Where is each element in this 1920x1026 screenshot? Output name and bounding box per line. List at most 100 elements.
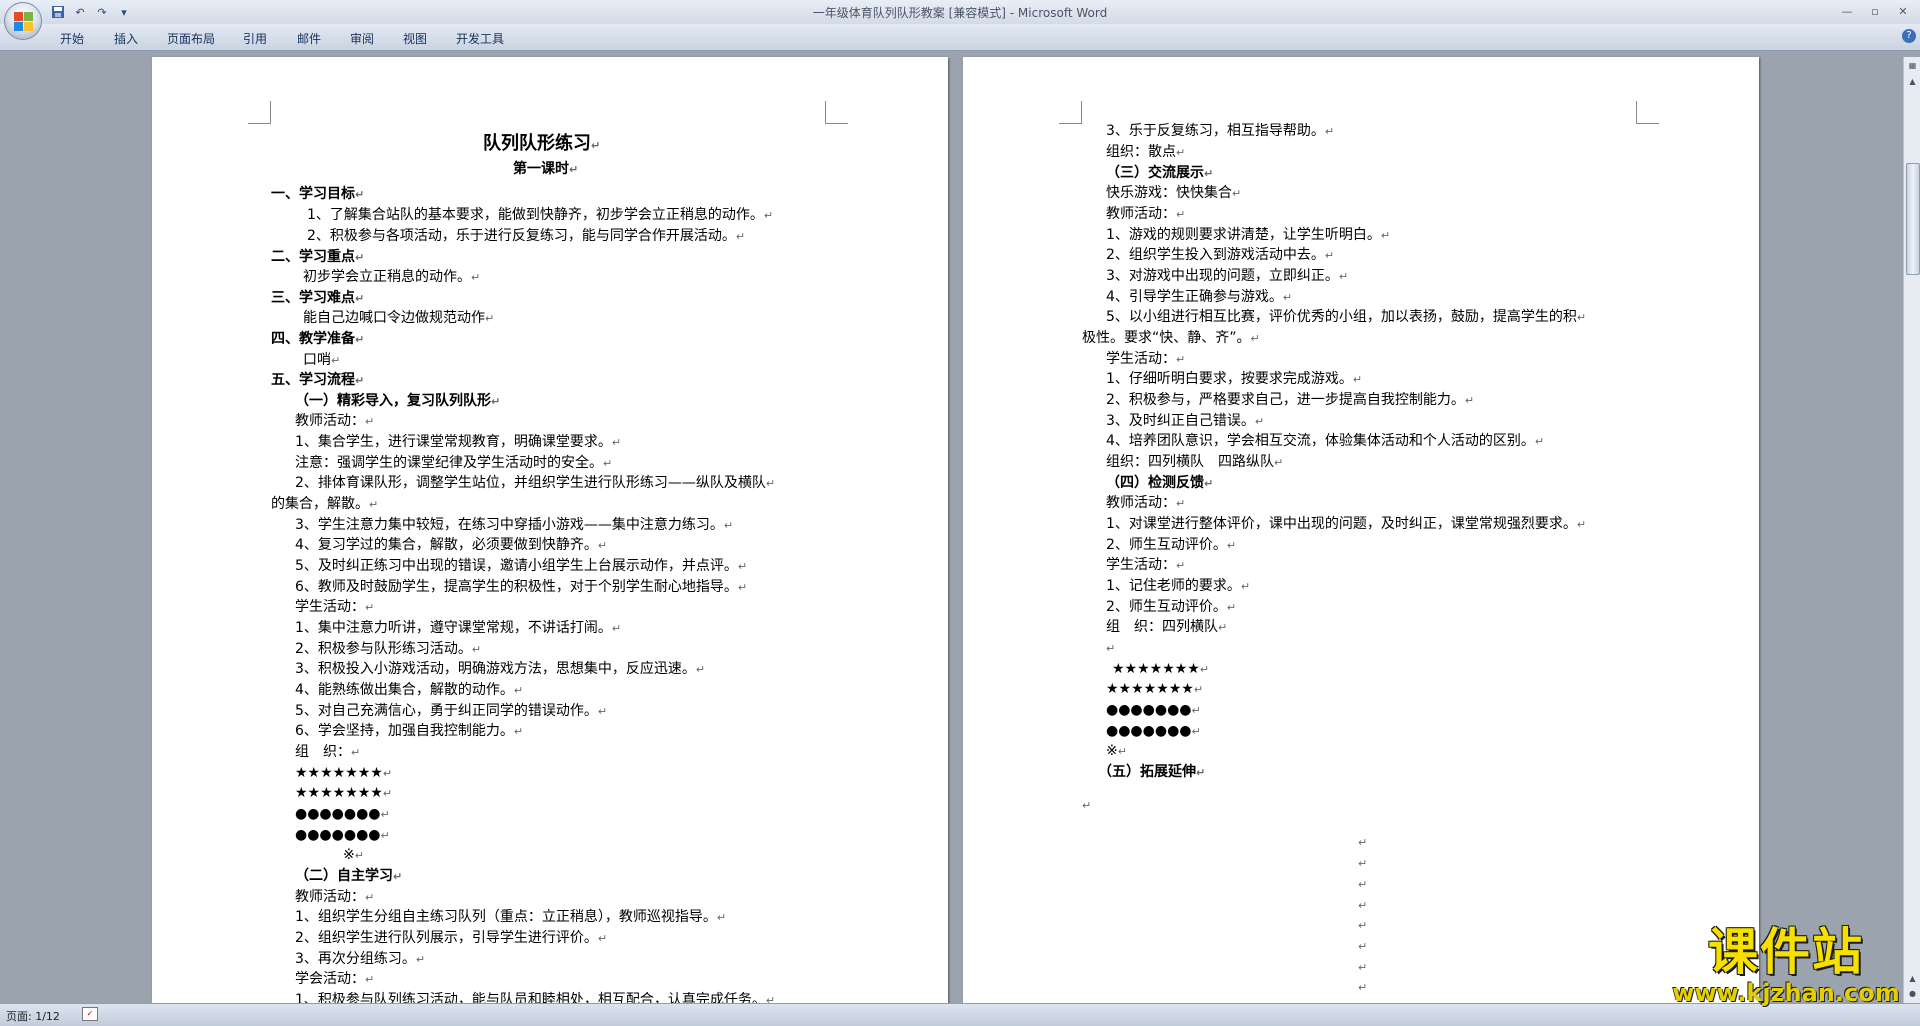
paragraph-mark-icon: ↵ <box>1358 899 1368 912</box>
maximize-icon[interactable]: ▫ <box>1862 2 1888 20</box>
paragraph-text: （一）精彩导入，复习队列队形 <box>295 393 491 409</box>
paragraph-text: （五）拓展延伸 <box>1098 764 1196 780</box>
paragraph-mark-icon: ↵ <box>1082 799 1092 812</box>
paragraph-text: ※ <box>1106 743 1118 759</box>
paragraph-text: 4、培养团队意识，学会相互交流，体验集体活动和个人活动的区别。 <box>1106 433 1535 449</box>
paragraph-mark-icon: ↵ <box>1358 981 1368 994</box>
paragraph-text: 1、集合学生，进行课堂常规教育，明确课堂要求。 <box>295 434 612 450</box>
paragraph-mark-icon: ↵ <box>365 601 375 614</box>
paragraph-mark-icon: ↵ <box>591 139 601 152</box>
paragraph-mark-icon: ↵ <box>1358 919 1368 932</box>
paragraph-mark-icon: ↵ <box>611 622 622 635</box>
document-paragraph: ●●●●●●●↵ <box>1106 702 1201 719</box>
page-indicator[interactable]: 页面: 1/12 <box>6 1008 60 1024</box>
paragraph-text: 1、组织学生分组自主练习队列（重点：立正稍息），教师巡视指导。 <box>295 909 717 925</box>
document-paragraph: ★★★★★★★↵ <box>1106 681 1203 698</box>
paragraph-mark-icon: ↵ <box>485 312 495 325</box>
paragraph-mark-icon: ↵ <box>1338 270 1349 283</box>
empty-paragraph: ↵ <box>1106 640 1115 657</box>
tab-page-layout[interactable]: 页面布局 <box>167 30 215 47</box>
help-icon[interactable]: ? <box>1902 29 1916 43</box>
paragraph-mark-icon: ↵ <box>1176 559 1186 572</box>
document-paragraph: 教师活动：↵ <box>1106 206 1185 223</box>
paragraph-mark-icon: ↵ <box>737 581 748 594</box>
document-paragraph: ●●●●●●●↵ <box>295 806 390 823</box>
empty-paragraph: ↵ <box>1358 959 1367 976</box>
close-icon[interactable]: ✕ <box>1890 2 1916 20</box>
paragraph-mark-icon: ↵ <box>331 354 341 367</box>
paragraph-mark-icon: ↵ <box>1352 373 1363 386</box>
paragraph-mark-icon: ↵ <box>355 292 365 305</box>
document-paragraph: 五、学习流程↵ <box>271 372 364 389</box>
paragraph-text: 能自己边喊口令边做规范动作 <box>303 310 485 326</box>
vertical-scrollbar[interactable]: ▦ ▲ ▲ ● ▼ <box>1903 57 1920 1025</box>
paragraph-text: 3、对游戏中出现的问题，立即纠正。 <box>1106 268 1339 284</box>
document-page-1[interactable]: 队列队形练习↵ 第一课时↵ 一、学习目标↵ 1、了解集合站队的基本要求，能做到快静齐，… <box>152 57 948 1015</box>
document-paragraph: ※↵ <box>1106 743 1127 760</box>
paragraph-mark-icon: ↵ <box>1204 477 1214 490</box>
tab-references[interactable]: 引用 <box>243 30 267 47</box>
document-paragraph: 三、学习难点↵ <box>271 290 364 307</box>
empty-paragraph: ↵ <box>1358 897 1367 914</box>
paragraph-text: 6、教师及时鼓励学生，提高学生的积极性，对于个别学生耐心地指导。 <box>295 579 738 595</box>
tab-view[interactable]: 视图 <box>403 30 427 47</box>
paragraph-text: 1、游戏的规则要求讲清楚，让学生听明白。 <box>1106 227 1381 243</box>
paragraph-text: ★★★★★★★ <box>1112 661 1200 677</box>
paragraph-mark-icon: ↵ <box>597 705 608 718</box>
document-paragraph: 教师活动：↵ <box>295 413 374 430</box>
document-paragraph: ●●●●●●●↵ <box>1106 723 1201 740</box>
proofing-icon[interactable]: ✓ <box>82 1007 98 1021</box>
scroll-up-icon[interactable]: ▲ <box>1906 75 1919 88</box>
document-page-2[interactable]: 3、乐于反复练习，相互指导帮助。↵ 组织：散点↵ （三）交流展示↵ 快乐游戏：快快集合… <box>963 57 1759 1015</box>
document-paragraph: 学生活动：↵ <box>1106 351 1185 368</box>
scroll-thumb[interactable] <box>1906 163 1920 275</box>
tab-developer[interactable]: 开发工具 <box>456 30 504 47</box>
paragraph-text: ★★★★★★★ <box>1106 681 1194 697</box>
prev-page-icon[interactable]: ▲ <box>1906 972 1919 985</box>
document-paragraph: 4、引导学生正确参与游戏。↵ <box>1106 289 1292 306</box>
office-button[interactable] <box>4 2 42 40</box>
paragraph-mark-icon: ↵ <box>716 911 727 924</box>
tab-insert[interactable]: 插入 <box>114 30 138 47</box>
paragraph-mark-icon: ↵ <box>1193 683 1204 696</box>
paragraph-text: 组 织：四列横队 <box>1106 619 1218 635</box>
paragraph-mark-icon: ↵ <box>355 333 365 346</box>
paragraph-text: 4、复习学过的集合，解散，必须要做到快静齐。 <box>295 537 598 553</box>
document-paragraph: 2、组织学生投入到游戏活动中去。↵ <box>1106 247 1334 264</box>
paragraph-text: 五、学习流程 <box>271 372 355 388</box>
ruler-toggle-icon[interactable]: ▦ <box>1906 59 1919 72</box>
paragraph-mark-icon: ↵ <box>471 271 481 284</box>
paragraph-text: 组织：四列横队 四路纵队 <box>1106 454 1274 470</box>
paragraph-mark-icon: ↵ <box>737 560 748 573</box>
paragraph-mark-icon: ↵ <box>1274 456 1284 469</box>
paragraph-text: 4、引导学生正确参与游戏。 <box>1106 289 1283 305</box>
paragraph-text: 学会活动： <box>295 971 365 987</box>
paragraph-mark-icon: ↵ <box>1176 353 1186 366</box>
crop-mark <box>825 101 848 124</box>
minimize-icon[interactable]: — <box>1834 2 1860 20</box>
paragraph-text: 教师活动： <box>1106 206 1176 222</box>
paragraph-mark-icon: ↵ <box>723 519 734 532</box>
tab-home[interactable]: 开始 <box>60 30 84 47</box>
paragraph-text: 3、学生注意力集中较短，在练习中穿插小游戏——集中注意力练习。 <box>295 517 724 533</box>
document-paragraph: ※↵ <box>343 847 364 864</box>
paragraph-text: 3、乐于反复练习，相互指导帮助。 <box>1106 123 1325 139</box>
document-paragraph: 2、积极参与各项活动，乐于进行反复练习，能与同学合作开展活动。↵ <box>307 228 745 245</box>
paragraph-mark-icon: ↵ <box>1218 621 1228 634</box>
document-paragraph: 1、集中注意力听讲，遵守课堂常规，不讲话打闹。↵ <box>295 620 621 637</box>
tab-review[interactable]: 审阅 <box>350 30 374 47</box>
paragraph-text: ●●●●●●● <box>295 827 381 843</box>
document-paragraph: 组织：四列横队 四路纵队↵ <box>1106 454 1283 471</box>
paragraph-text: 6、学会坚持，加强自我控制能力。 <box>295 723 514 739</box>
paragraph-text: 5、以小组进行相互比赛，评价优秀的小组，加以表扬，鼓励，提高学生的积 <box>1106 309 1577 325</box>
paragraph-text: ★★★★★★★ <box>295 765 383 781</box>
document-paragraph: 快乐游戏：快快集合↵ <box>1106 185 1241 202</box>
paragraph-mark-icon: ↵ <box>491 395 501 408</box>
paragraph-text: 2、积极参与各项活动，乐于进行反复练习，能与同学合作开展活动。 <box>307 228 736 244</box>
paragraph-text: 1、集中注意力听讲，遵守课堂常规，不讲话打闹。 <box>295 620 612 636</box>
paragraph-mark-icon: ↵ <box>393 870 403 883</box>
document-paragraph: ★★★★★★★↵ <box>295 765 392 782</box>
document-paragraph: （五）拓展延伸↵ <box>1098 764 1205 781</box>
tab-mailings[interactable]: 邮件 <box>297 30 321 47</box>
browse-object-icon[interactable]: ● <box>1906 987 1919 1000</box>
